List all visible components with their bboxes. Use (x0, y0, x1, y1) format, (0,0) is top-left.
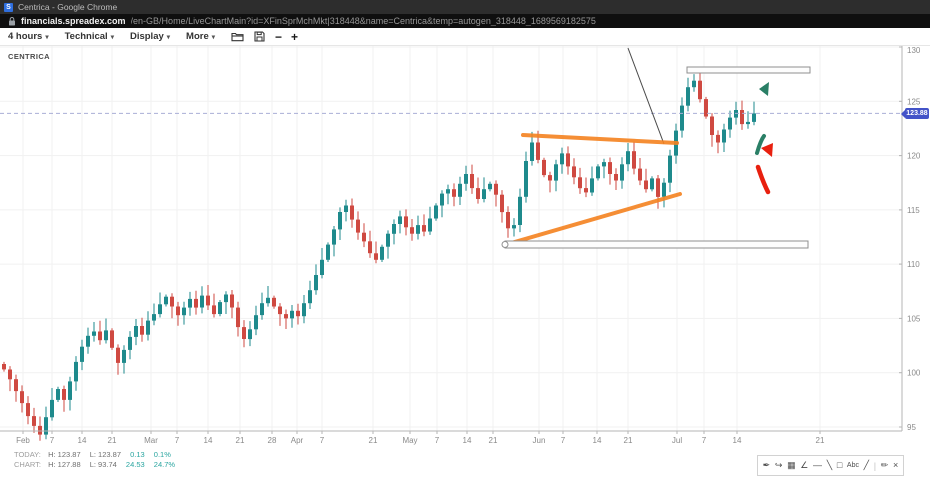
window-titlebar: S Centrica - Google Chrome (0, 0, 930, 14)
menu-technical[interactable]: Technical ▾ (65, 31, 114, 42)
legend-today-label: TODAY: (14, 450, 46, 460)
caret-down-icon: ▾ (212, 33, 215, 41)
menu-more[interactable]: More ▾ (186, 31, 215, 42)
candlestick-chart[interactable]: Feb 7 14 21 Mar 7 14 21 28 Apr 7 21 May 7 14 21 Jun 7 14 21… (0, 46, 930, 497)
zoom-in-button[interactable]: + (291, 32, 298, 42)
annotations-layer (502, 48, 810, 248)
legend-today-low: L: 123.87 (90, 450, 121, 460)
menu-timeframe[interactable]: 4 hours ▾ (8, 31, 49, 42)
menu-display-label: Display (130, 31, 164, 42)
x-axis-tick-label: Mar (144, 436, 158, 445)
pencil-icon[interactable]: ✏ (881, 461, 889, 470)
y-axis-tick-label: 125 (907, 97, 921, 106)
up-arrow-icon[interactable] (757, 82, 769, 153)
curved-arrow-icon[interactable]: ↪ (775, 461, 783, 470)
x-axis-tick-label: 21 (816, 436, 825, 445)
menu-display[interactable]: Display ▾ (130, 31, 170, 42)
x-axis-tick-label: 7 (561, 436, 566, 445)
trend-line[interactable] (523, 135, 677, 143)
x-axis-tick-label: 7 (320, 436, 325, 445)
caret-down-icon: ▾ (111, 33, 114, 41)
y-axis-tick-label: 105 (907, 314, 921, 323)
down-arrow-icon[interactable] (758, 143, 773, 192)
x-axis-tick-label: Jul (672, 436, 682, 445)
x-axis-tick-label: Feb (16, 436, 30, 445)
x-axis-tick-label: 7 (702, 436, 707, 445)
address-bar[interactable]: financials.spreadex.com/en-GB/Home/LiveC… (0, 14, 930, 28)
menu-more-label: More (186, 31, 209, 42)
x-axis-tick-label: Apr (291, 436, 304, 445)
x-axis-tick-label: 21 (236, 436, 245, 445)
legend-chart-pct: 24.7% (154, 460, 175, 470)
trendline-icon[interactable]: ╲ (827, 461, 832, 470)
symbol-label: CENTRICA (8, 52, 50, 61)
drawing-toolbar: ✒ ↪ ▦ ∠ — ╲ □ Abc ╱ | ✏ × (757, 455, 904, 476)
candles-layer (2, 69, 756, 441)
pointer-line[interactable] (628, 48, 664, 144)
x-axis-tick-label: 7 (175, 436, 180, 445)
legend-chart-low: L: 93.74 (90, 460, 117, 470)
legend-chart-change: 24.53 (126, 460, 145, 470)
ohlc-legend: TODAY: H: 123.87 L: 123.87 0.13 0.1% CHA… (14, 450, 182, 470)
separator: | (874, 461, 876, 471)
x-axis-tick-label: 14 (78, 436, 87, 445)
text-icon[interactable]: Abc (847, 462, 859, 469)
legend-chart-label: CHART: (14, 460, 46, 470)
rectangle-icon[interactable]: □ (837, 461, 842, 470)
angle-lines-icon[interactable]: ∠ (800, 461, 808, 470)
x-axis-tick-label: 7 (435, 436, 440, 445)
horizontal-line-icon[interactable]: — (813, 461, 822, 470)
x-axis-tick-label: 21 (624, 436, 633, 445)
close-icon[interactable]: × (893, 461, 898, 470)
x-axis-tick-label: 21 (369, 436, 378, 445)
y-axis-tick-label: 120 (907, 152, 921, 161)
chart-toolbar: 4 hours ▾ Technical ▾ Display ▾ More ▾ −… (0, 28, 930, 46)
zone-rectangle[interactable] (687, 67, 810, 73)
y-axis-tick-label: 130 (907, 46, 921, 55)
x-axis-tick-label: 14 (733, 436, 742, 445)
diagonal-line-icon[interactable]: ╱ (864, 461, 869, 470)
open-folder-icon[interactable] (231, 31, 244, 42)
y-axis-tick-label: 110 (907, 260, 920, 269)
zone-rectangle[interactable] (505, 241, 808, 248)
x-axis-tick-label: 28 (268, 436, 277, 445)
legend-today-pct: 0.1% (154, 450, 171, 460)
y-axis-tick-label: 115 (907, 206, 920, 215)
rectangle-handle[interactable] (502, 242, 508, 248)
y-axis-tick-label: 95 (907, 423, 916, 432)
window-title: Centrica - Google Chrome (18, 2, 117, 12)
y-axis-tick-label: 100 (907, 369, 921, 378)
x-axis-tick-label: 7 (50, 436, 55, 445)
save-icon[interactable] (254, 31, 265, 42)
trend-line[interactable] (508, 194, 680, 244)
spreadex-favicon-icon: S (4, 3, 13, 12)
x-axis-tick-label: Jun (533, 436, 546, 445)
legend-chart-high: H: 127.88 (48, 460, 81, 470)
grid-icon[interactable]: ▦ (787, 461, 796, 470)
current-price-badge: 123.88 (905, 108, 929, 119)
legend-today-change: 0.13 (130, 450, 145, 460)
legend-row-chart: CHART: H: 127.88 L: 93.74 24.53 24.7% (14, 460, 182, 470)
x-axis-tick-label: 14 (204, 436, 213, 445)
caret-down-icon: ▾ (45, 33, 48, 41)
caret-down-icon: ▾ (167, 33, 170, 41)
marker-icon[interactable]: ✒ (763, 461, 771, 470)
menu-technical-label: Technical (65, 31, 108, 42)
x-axis-tick-label: 14 (463, 436, 472, 445)
url-domain: financials.spreadex.com (21, 16, 126, 26)
x-axis-tick-label: 21 (108, 436, 117, 445)
x-axis-tick-label: May (402, 436, 417, 445)
menu-timeframe-label: 4 hours (8, 31, 42, 42)
url-path: /en-GB/Home/LiveChartMain?id=XFinSprMchM… (131, 16, 596, 26)
lock-icon (8, 17, 16, 26)
legend-today-high: H: 123.87 (48, 450, 81, 460)
legend-row-today: TODAY: H: 123.87 L: 123.87 0.13 0.1% (14, 450, 182, 460)
chart-area: Feb 7 14 21 Mar 7 14 21 28 Apr 7 21 May 7 14 21 Jun 7 14 21… (0, 46, 930, 497)
zoom-out-button[interactable]: − (275, 32, 282, 42)
grid-layer (0, 46, 902, 431)
x-axis-tick-label: 21 (489, 436, 498, 445)
x-axis-tick-label: 14 (593, 436, 602, 445)
